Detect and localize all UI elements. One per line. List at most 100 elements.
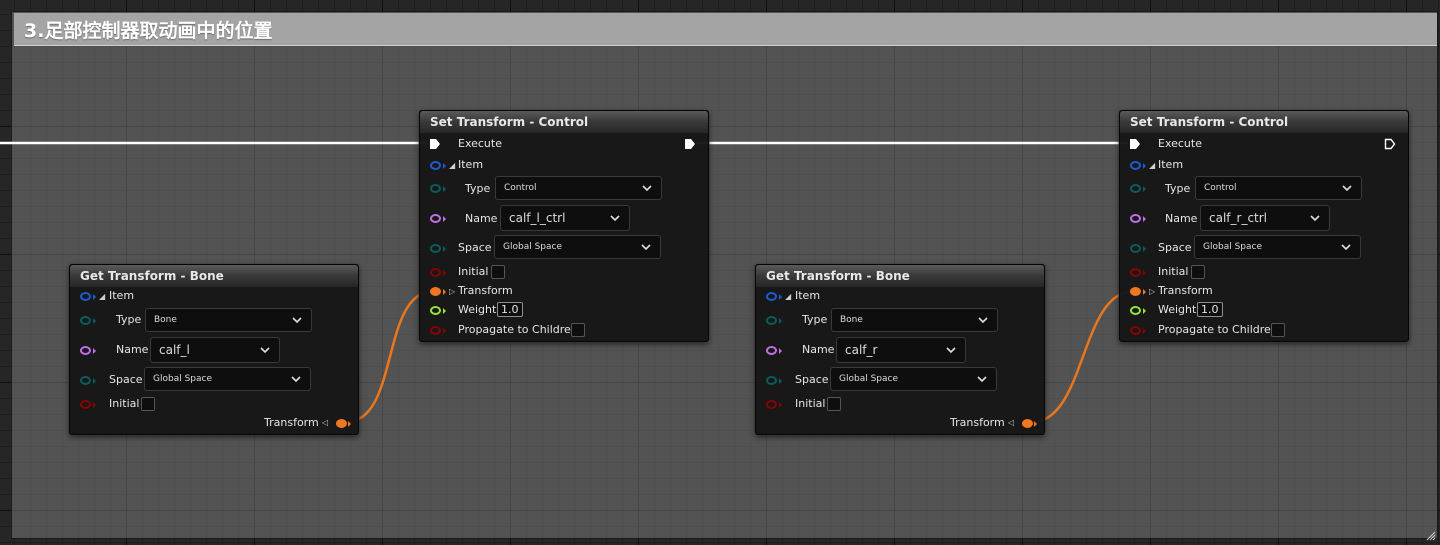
- item-pin[interactable]: [80, 292, 91, 301]
- exec-input-pin-icon[interactable]: [1129, 138, 1141, 150]
- space-dropdown[interactable]: Global Space: [1194, 235, 1361, 259]
- name-pin[interactable]: [80, 346, 91, 355]
- expand-right-icon[interactable]: ◁: [322, 418, 328, 428]
- space-value: Global Space: [839, 374, 898, 384]
- type-pin[interactable]: [766, 316, 777, 325]
- item-pin[interactable]: [766, 292, 777, 301]
- name-value: calf_r: [845, 343, 878, 357]
- initial-pin[interactable]: [766, 400, 777, 409]
- item-pin[interactable]: [430, 161, 441, 170]
- name-pin[interactable]: [1130, 214, 1141, 223]
- chevron-down-icon: [642, 185, 652, 192]
- transform-output-pin[interactable]: [336, 419, 347, 428]
- type-dropdown[interactable]: Bone: [831, 308, 998, 332]
- initial-pin[interactable]: [80, 400, 91, 409]
- transform-output-pin[interactable]: [1022, 419, 1033, 428]
- exec-output-pin-icon[interactable]: [1384, 138, 1396, 150]
- space-pin[interactable]: [1130, 244, 1141, 253]
- item-pin[interactable]: [1130, 161, 1141, 170]
- weight-input[interactable]: 1.0: [1197, 302, 1223, 317]
- space-pin[interactable]: [430, 244, 441, 253]
- weight-label: Weight: [1158, 303, 1197, 316]
- pin-arrow-icon: [1143, 246, 1146, 252]
- type-pin[interactable]: [430, 184, 441, 193]
- execute-label: Execute: [458, 137, 502, 150]
- pin-arrow-icon: [1143, 289, 1146, 295]
- name-value: calf_r_ctrl: [1209, 211, 1268, 225]
- space-pin[interactable]: [80, 376, 91, 385]
- name-dropdown[interactable]: calf_l_ctrl: [500, 205, 630, 231]
- propagate-pin[interactable]: [1130, 326, 1141, 335]
- name-dropdown[interactable]: calf_r_ctrl: [1200, 205, 1330, 231]
- exec-output-pin-icon[interactable]: [684, 138, 696, 150]
- node-title: Set Transform - Control: [1120, 111, 1408, 133]
- transform-input-pin[interactable]: [1130, 287, 1141, 296]
- space-dropdown[interactable]: Global Space: [494, 235, 661, 259]
- initial-pin[interactable]: [1130, 268, 1141, 277]
- execute-label: Execute: [1158, 137, 1202, 150]
- chevron-down-icon: [978, 317, 988, 324]
- name-pin[interactable]: [430, 214, 441, 223]
- set-transform-control-node-left[interactable]: Set Transform - Control Execute ◢ Item T…: [419, 110, 709, 342]
- expand-right-icon[interactable]: ◁: [1008, 418, 1014, 428]
- item-label: Item: [1158, 158, 1184, 171]
- pin-arrow-icon: [93, 348, 96, 354]
- weight-pin[interactable]: [430, 306, 441, 315]
- expand-down-icon[interactable]: ◢: [1149, 161, 1155, 171]
- chevron-down-icon: [1341, 244, 1351, 251]
- propagate-checkbox[interactable]: [571, 323, 585, 337]
- weight-label: Weight: [458, 303, 497, 316]
- space-dropdown[interactable]: Global Space: [144, 367, 311, 391]
- chevron-down-icon: [1310, 215, 1320, 222]
- initial-pin[interactable]: [430, 268, 441, 277]
- name-dropdown[interactable]: calf_l: [150, 337, 280, 363]
- type-label: Type: [116, 313, 142, 326]
- expand-down-icon[interactable]: ◢: [785, 292, 791, 302]
- space-pin[interactable]: [766, 376, 777, 385]
- transform-input-pin[interactable]: [430, 287, 441, 296]
- pin-arrow-icon: [93, 294, 96, 300]
- weight-pin[interactable]: [1130, 306, 1141, 315]
- exec-input-pin-icon[interactable]: [429, 138, 441, 150]
- transform-input-label: Transform: [1158, 284, 1213, 297]
- type-value: Bone: [154, 315, 177, 325]
- propagate-label: Propagate to Children: [1158, 323, 1278, 336]
- get-transform-bone-node-left[interactable]: Get Transform - Bone ◢ Item Type Bone Na…: [69, 264, 359, 435]
- type-label: Type: [1165, 182, 1191, 195]
- pin-arrow-icon: [779, 294, 782, 300]
- expand-down-icon[interactable]: ◢: [99, 292, 105, 302]
- space-dropdown[interactable]: Global Space: [830, 367, 997, 391]
- propagate-pin[interactable]: [430, 326, 441, 335]
- type-label: Type: [465, 182, 491, 195]
- type-dropdown[interactable]: Control: [495, 176, 662, 200]
- space-label: Space: [458, 241, 492, 254]
- set-transform-control-node-right[interactable]: Set Transform - Control Execute ◢ Item T…: [1119, 110, 1409, 342]
- type-pin[interactable]: [1130, 184, 1141, 193]
- initial-checkbox[interactable]: [1191, 265, 1205, 279]
- chevron-down-icon: [946, 347, 956, 354]
- weight-input[interactable]: 1.0: [497, 302, 523, 317]
- propagate-checkbox[interactable]: [1271, 323, 1285, 337]
- pin-arrow-icon: [1143, 328, 1146, 334]
- pin-arrow-icon: [779, 348, 782, 354]
- expand-right-icon[interactable]: ▷: [449, 287, 455, 297]
- space-label: Space: [795, 373, 829, 386]
- expand-right-icon[interactable]: ▷: [1149, 287, 1155, 297]
- initial-checkbox[interactable]: [141, 397, 155, 411]
- get-transform-bone-node-right[interactable]: Get Transform - Bone ◢ Item Type Bone Na…: [755, 264, 1045, 435]
- type-value: Control: [1204, 183, 1237, 193]
- initial-checkbox[interactable]: [491, 265, 505, 279]
- type-dropdown[interactable]: Bone: [145, 308, 312, 332]
- type-pin[interactable]: [80, 316, 91, 325]
- pin-arrow-icon: [443, 163, 446, 169]
- pin-arrow-icon: [443, 186, 446, 192]
- pin-arrow-icon: [443, 246, 446, 252]
- type-dropdown[interactable]: Control: [1195, 176, 1362, 200]
- pin-arrow-icon: [1143, 270, 1146, 276]
- initial-checkbox[interactable]: [827, 397, 841, 411]
- expand-down-icon[interactable]: ◢: [449, 161, 455, 171]
- node-title: Set Transform - Control: [420, 111, 708, 133]
- item-label: Item: [109, 289, 135, 302]
- name-pin[interactable]: [766, 346, 777, 355]
- name-dropdown[interactable]: calf_r: [836, 337, 966, 363]
